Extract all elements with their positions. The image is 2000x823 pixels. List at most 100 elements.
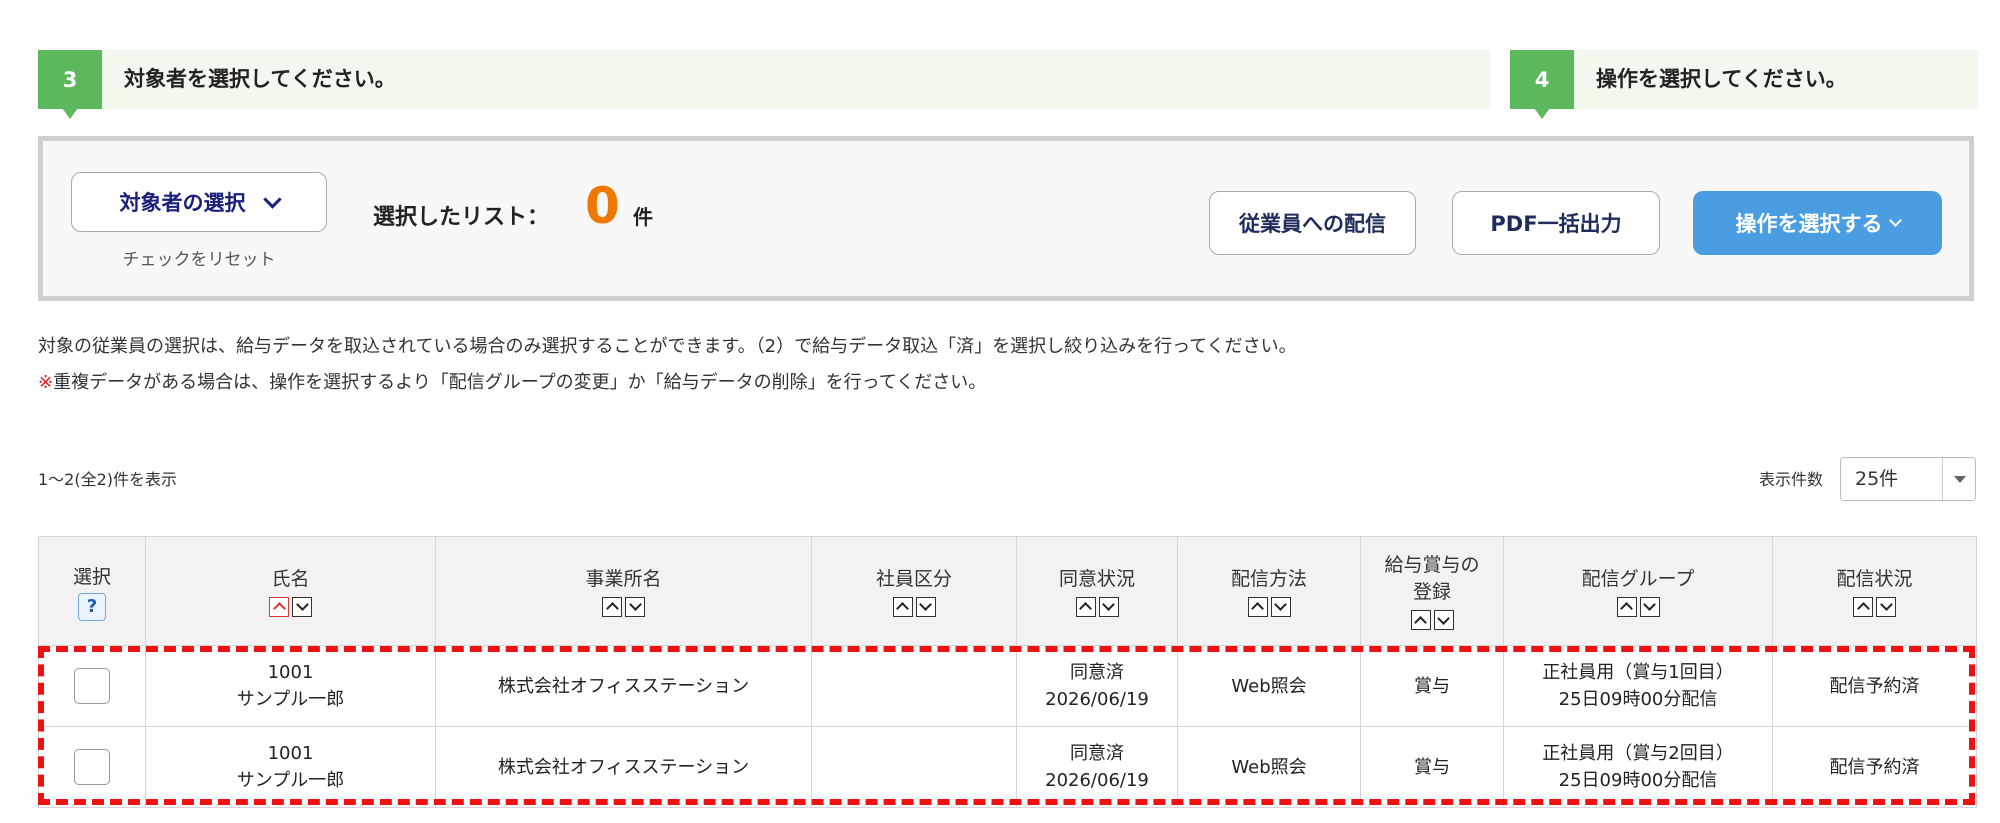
per-page-value: 25件 xyxy=(1855,468,1899,490)
step-4-title: 操作を選択してください。 xyxy=(1596,67,1847,91)
distribute-to-employees-button[interactable]: 従業員への配信 xyxy=(1209,191,1416,255)
sort-asc-icon[interactable] xyxy=(602,596,622,617)
method-cell: Web照会 xyxy=(1177,726,1361,808)
header-office: 事業所名 xyxy=(435,536,812,646)
employee-type-cell xyxy=(811,726,1017,808)
sort-desc-icon[interactable] xyxy=(1639,596,1660,617)
name-cell: 1001 サンプル一郎 xyxy=(145,726,436,808)
select-target-label: 対象者の選択 xyxy=(119,191,246,215)
office-cell: 株式会社オフィスステーション xyxy=(435,645,812,727)
sort-controls xyxy=(892,596,936,617)
pay-type-cell: 賞与 xyxy=(1360,645,1504,727)
select-target-dropdown[interactable]: 対象者の選択 xyxy=(71,172,327,232)
sort-controls xyxy=(1075,596,1119,617)
select-cell xyxy=(38,645,146,727)
sort-desc-icon[interactable] xyxy=(1270,596,1291,617)
sort-asc-icon[interactable] xyxy=(1616,596,1637,617)
consent-cell: 同意済 2026/06/19 xyxy=(1016,645,1178,727)
sort-desc-icon[interactable] xyxy=(915,596,936,617)
header-group: 配信グループ xyxy=(1503,536,1773,646)
distribute-button-label: 従業員への配信 xyxy=(1239,212,1386,236)
selected-list-label: 選択したリスト： xyxy=(373,205,550,230)
group-name: 正社員用（賞与1回目） xyxy=(1542,662,1734,683)
step-4-number: 4 xyxy=(1510,50,1574,119)
selection-note: 対象の従業員の選択は、給与データを取込されている場合のみ選択することができます。… xyxy=(38,336,1297,357)
header-name-label: 氏名 xyxy=(271,567,310,590)
consent-status: 同意済 xyxy=(1070,662,1124,683)
chevron-down-icon xyxy=(262,189,282,209)
step-4-header: 4 操作を選択してください。 xyxy=(1510,50,1978,119)
help-icon[interactable]: ? xyxy=(78,592,106,621)
header-method-label: 配信方法 xyxy=(1230,567,1307,590)
employee-id: 1001 xyxy=(267,743,314,764)
header-pay-type-label-1: 給与賞与の xyxy=(1384,554,1480,577)
count-unit: 件 xyxy=(633,205,653,229)
sort-controls xyxy=(269,596,312,617)
header-pay-type-label-2: 登録 xyxy=(1412,581,1451,604)
per-page-select[interactable]: 25件 xyxy=(1840,457,1976,501)
office-cell: 株式会社オフィスステーション xyxy=(435,726,812,808)
table-row: 1001 サンプル一郎 株式会社オフィスステーション 同意済 2026/06/1… xyxy=(38,645,1977,727)
step-3-number: 3 xyxy=(38,50,102,119)
sort-asc-icon[interactable] xyxy=(1853,596,1873,617)
duplicate-warning-text: 重複データがある場合は、操作を選択するより「配信グループの変更」か「給与データの… xyxy=(53,372,987,393)
operation-button-label: 操作を選択する xyxy=(1735,212,1883,236)
header-consent: 同意状況 xyxy=(1016,536,1178,646)
sort-asc-icon[interactable] xyxy=(1410,610,1431,631)
selection-panel: 対象者の選択 チェックをリセット 選択したリスト： 0 件 従業員への配信 PD… xyxy=(38,136,1974,301)
sort-controls xyxy=(1853,596,1896,617)
row-checkbox[interactable] xyxy=(74,749,110,785)
row-checkbox[interactable] xyxy=(74,668,110,704)
method-cell: Web照会 xyxy=(1177,645,1361,727)
group-schedule: 25日09時00分配信 xyxy=(1558,689,1718,710)
header-group-label: 配信グループ xyxy=(1581,567,1695,590)
header-office-label: 事業所名 xyxy=(585,567,662,590)
duplicate-warning: ※重複データがある場合は、操作を選択するより「配信グループの変更」か「給与データ… xyxy=(38,368,986,394)
select-operation-button[interactable]: 操作を選択する xyxy=(1693,191,1942,255)
header-consent-label: 同意状況 xyxy=(1058,567,1135,590)
sort-desc-icon[interactable] xyxy=(625,596,645,617)
header-status-label: 配信状況 xyxy=(1836,567,1913,590)
pdf-bulk-export-button[interactable]: PDF一括出力 xyxy=(1452,191,1660,255)
reset-checks-link[interactable]: チェックをリセット xyxy=(71,245,327,270)
header-status: 配信状況 xyxy=(1772,536,1977,646)
sort-asc-icon[interactable] xyxy=(1247,596,1268,617)
header-method: 配信方法 xyxy=(1177,536,1361,646)
header-select-label: 選択 xyxy=(72,565,111,588)
sort-asc-icon[interactable] xyxy=(269,596,289,617)
sort-desc-icon[interactable] xyxy=(1098,596,1119,617)
status-cell: 配信予約済 xyxy=(1772,726,1977,808)
employee-name: サンプル一郎 xyxy=(236,770,345,791)
employee-table: 選択 ? 氏名 事業所名 社員区分 同意状況 配信方法 給与賞与の 登録 配信グ… xyxy=(38,536,1977,808)
sort-asc-icon[interactable] xyxy=(892,596,913,617)
step-3-title: 対象者を選択してください。 xyxy=(124,67,396,91)
pay-type-cell: 賞与 xyxy=(1360,726,1504,808)
header-employee-type-label: 社員区分 xyxy=(875,567,952,590)
sort-desc-icon[interactable] xyxy=(1876,596,1896,617)
sort-desc-icon[interactable] xyxy=(1433,610,1454,631)
header-employee-type: 社員区分 xyxy=(811,536,1017,646)
sort-desc-icon[interactable] xyxy=(292,596,312,617)
warning-mark: ※ xyxy=(38,372,54,393)
sort-asc-icon[interactable] xyxy=(1075,596,1096,617)
group-cell: 正社員用（賞与1回目） 25日09時00分配信 xyxy=(1503,645,1773,727)
sort-controls xyxy=(602,596,645,617)
header-name: 氏名 xyxy=(145,536,436,646)
group-name: 正社員用（賞与2回目） xyxy=(1542,743,1734,764)
name-cell: 1001 サンプル一郎 xyxy=(145,645,436,727)
table-header-row: 選択 ? 氏名 事業所名 社員区分 同意状況 配信方法 給与賞与の 登録 配信グ… xyxy=(38,536,1977,646)
consent-date: 2026/06/19 xyxy=(1045,689,1149,710)
select-cell xyxy=(38,726,146,808)
select-divider xyxy=(1942,458,1943,500)
pdf-button-label: PDF一括出力 xyxy=(1490,212,1622,236)
employee-id: 1001 xyxy=(267,662,314,683)
header-pay-type: 給与賞与の 登録 xyxy=(1360,536,1504,646)
result-range: 1〜2(全2)件を表示 xyxy=(38,470,178,489)
dropdown-arrow-icon xyxy=(1954,476,1966,483)
consent-status: 同意済 xyxy=(1070,743,1124,764)
employee-type-cell xyxy=(811,645,1017,727)
chevron-down-icon xyxy=(1888,214,1902,227)
per-page-label: 表示件数 xyxy=(1759,470,1824,489)
employee-name: サンプル一郎 xyxy=(236,689,345,710)
consent-cell: 同意済 2026/06/19 xyxy=(1016,726,1178,808)
